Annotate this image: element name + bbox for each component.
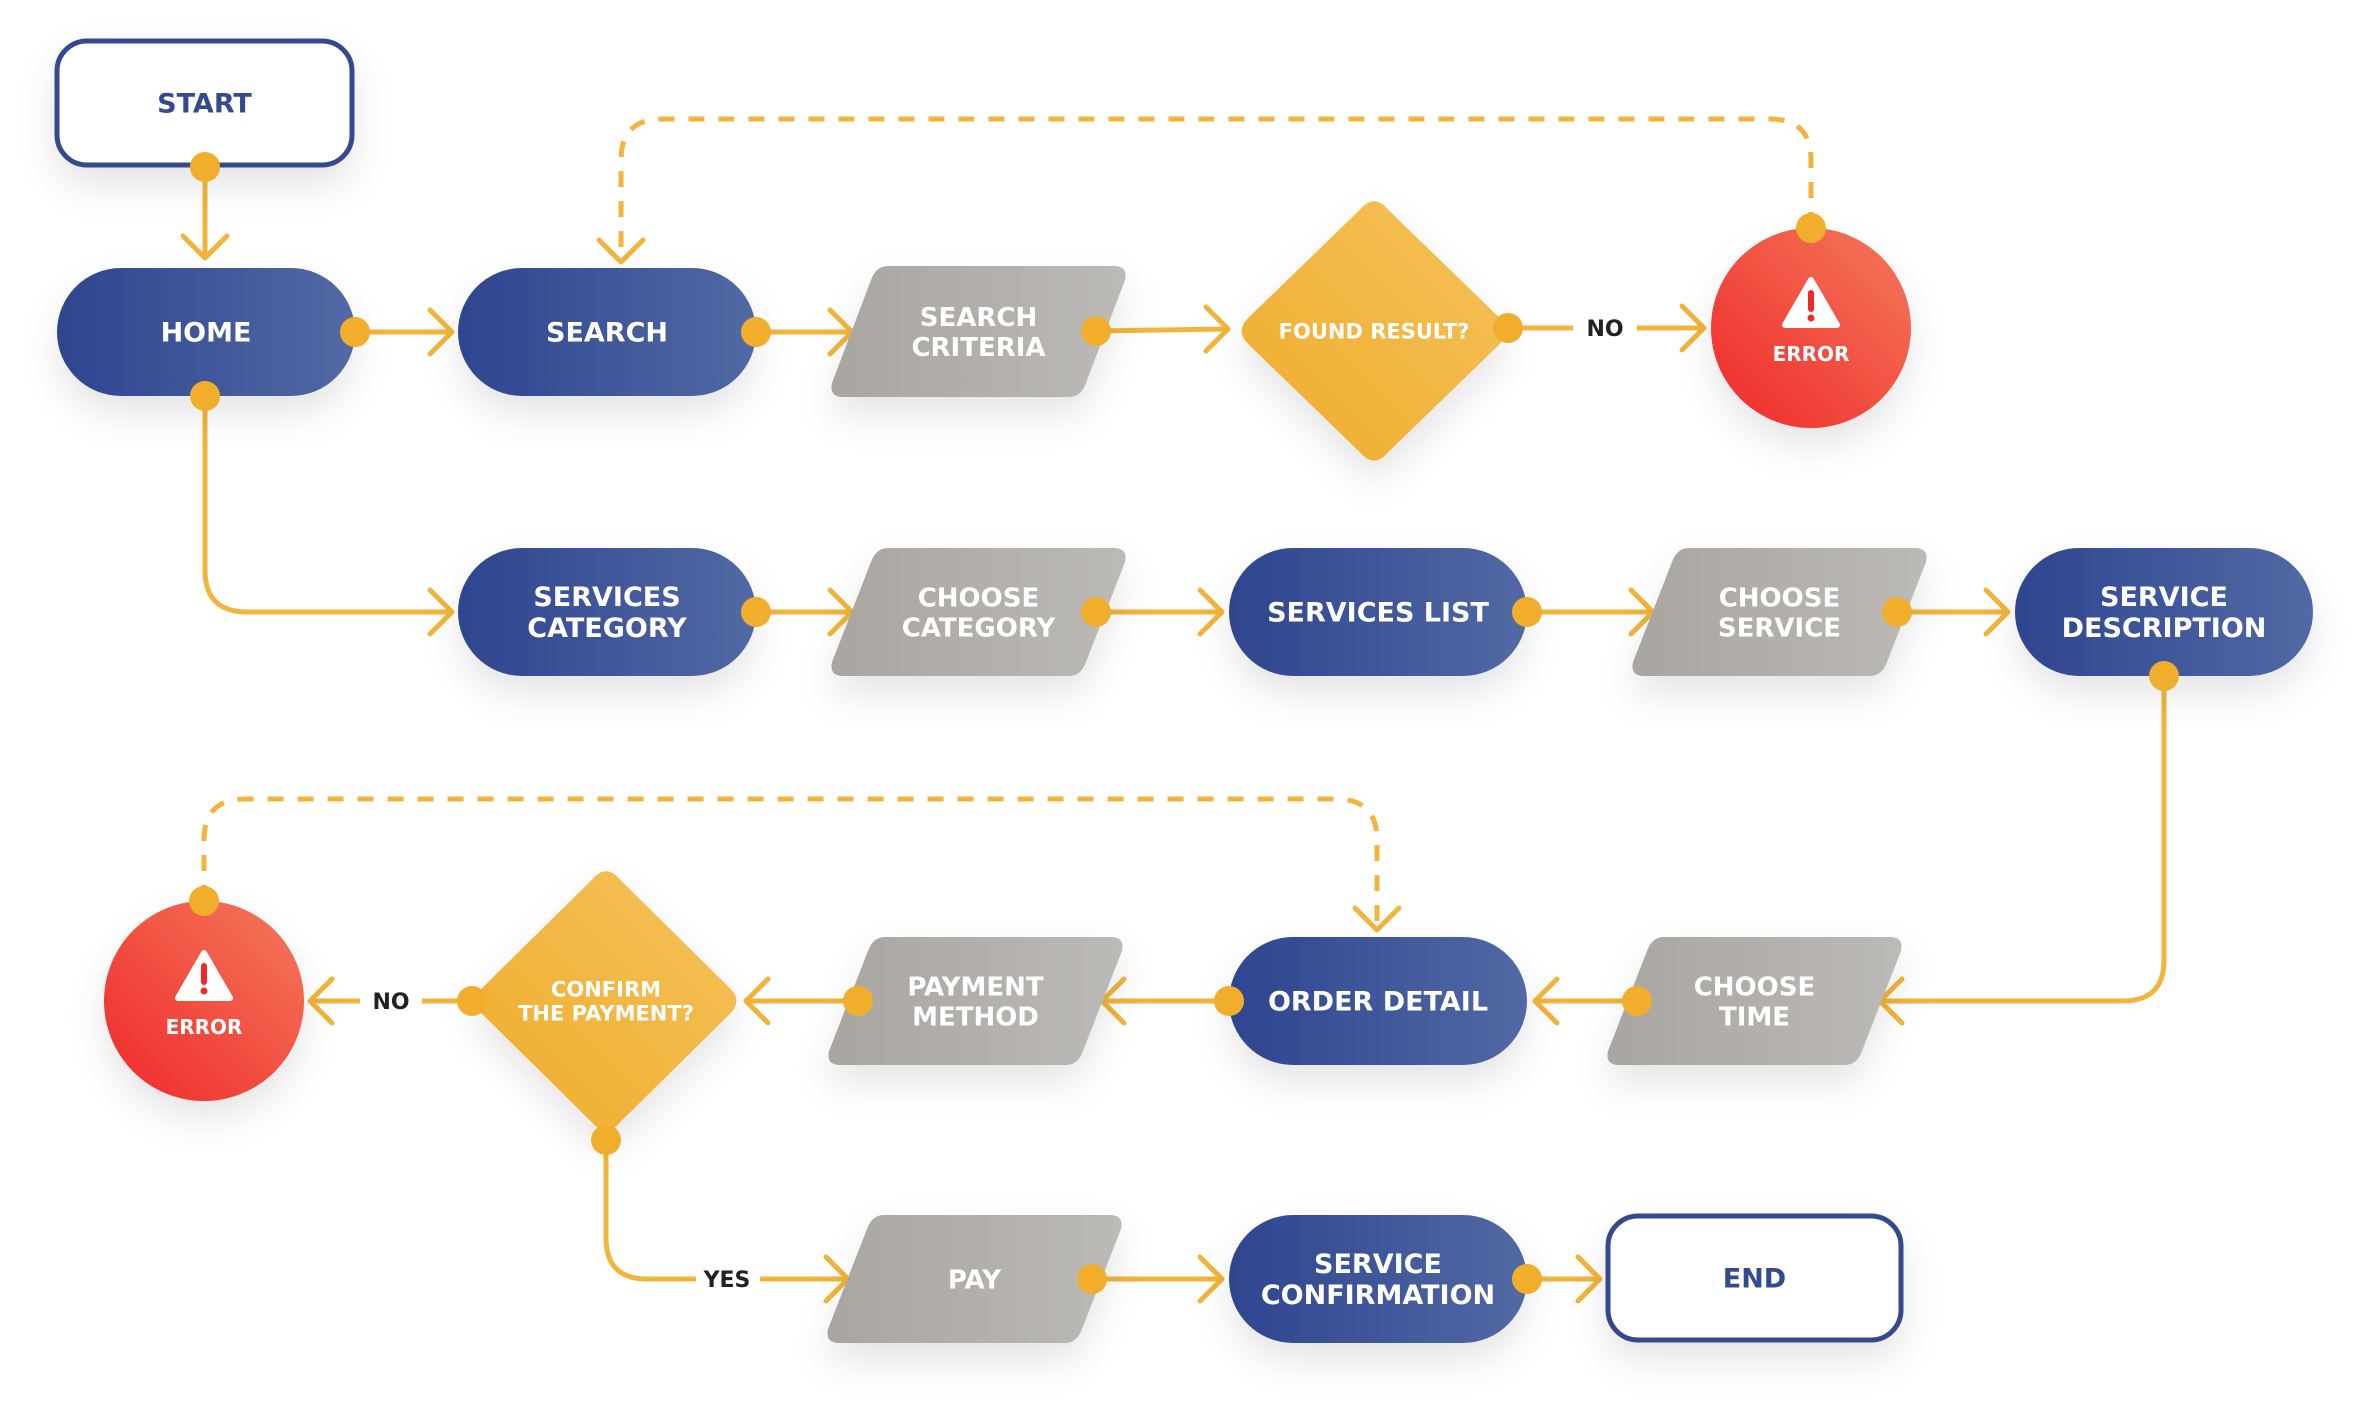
payment-method-label: PAYMENT xyxy=(907,972,1044,1002)
edge-confirm-pay xyxy=(603,1140,848,1282)
start-label: START xyxy=(157,89,252,120)
confirm-payment-label: THE PAYMENT? xyxy=(518,1002,694,1026)
connector-dot xyxy=(1214,986,1244,1016)
error-2-label: ERROR xyxy=(166,1015,243,1039)
node-error-1[interactable]: ERROR xyxy=(1711,228,1911,428)
connector-dot xyxy=(1622,986,1652,1016)
node-error-2[interactable]: ERROR xyxy=(104,901,304,1101)
service-confirmation-label: SERVICE xyxy=(1314,1249,1442,1280)
connector-dot xyxy=(843,986,873,1016)
choose-category-label: CATEGORY xyxy=(902,613,1057,643)
confirm-payment-label: CONFIRM xyxy=(551,977,661,1001)
choose-service-label: SERVICE xyxy=(1718,613,1841,643)
connector-dot xyxy=(1512,1264,1542,1294)
node-start[interactable]: START xyxy=(54,38,355,168)
connector-dot xyxy=(190,381,220,411)
connector-dot xyxy=(189,886,219,916)
edge-labels-layer: NO NO YES xyxy=(372,317,1623,1293)
edge-label-confirm-no: NO xyxy=(372,990,409,1015)
service-description-label: SERVICE xyxy=(2100,582,2228,613)
edge-criteria-found xyxy=(1095,326,1227,334)
node-search[interactable]: SEARCH xyxy=(458,268,756,396)
connector-dot xyxy=(741,317,771,347)
connector-dot xyxy=(1512,597,1542,627)
search-criteria-label: SEARCH xyxy=(920,303,1037,333)
end-label: END xyxy=(1723,1264,1786,1295)
connector-dot xyxy=(1081,316,1111,346)
connector-dot xyxy=(457,986,487,1016)
services-category-label: CATEGORY xyxy=(527,613,687,644)
edge-label-found-no: NO xyxy=(1586,317,1623,342)
flowchart-canvas: STARTHOME SEARCH SEARCHCRITERIAFOUND RESUL… xyxy=(54,38,2313,1343)
service-confirmation-label: CONFIRMATION xyxy=(1261,1280,1495,1311)
nodes-layer: STARTHOME SEARCH SEARCHCRITERIAFOUND RESUL… xyxy=(54,38,2313,1343)
search-label: SEARCH xyxy=(546,318,668,349)
choose-time-label: TIME xyxy=(1719,1002,1790,1032)
connector-dot xyxy=(340,317,370,347)
connector-dot xyxy=(2149,661,2179,691)
search-criteria-label: CRITERIA xyxy=(911,333,1045,363)
found-result-label: FOUND RESULT? xyxy=(1279,320,1470,344)
choose-service-label: CHOOSE xyxy=(1719,583,1841,613)
service-description-label: DESCRIPTION xyxy=(2062,613,2267,644)
connector-dot xyxy=(1493,313,1523,343)
order-detail-label: ORDER DETAIL xyxy=(1268,987,1488,1018)
connector-dot xyxy=(1077,1264,1107,1294)
node-end[interactable]: END xyxy=(1605,1213,1904,1343)
edge-error-search xyxy=(618,116,1814,260)
edge-sdesc-ctime xyxy=(1880,676,2167,1004)
connector-dot xyxy=(1081,597,1111,627)
choose-category-label: CHOOSE xyxy=(918,583,1040,613)
connector-dot xyxy=(190,152,220,182)
edge-home-services-category xyxy=(202,396,452,615)
node-service-confirmation[interactable]: SERVICECONFIRMATION xyxy=(1229,1215,1527,1343)
connector-dot xyxy=(1796,213,1826,243)
choose-time-label: CHOOSE xyxy=(1694,972,1816,1002)
edge-error-order xyxy=(201,796,1380,928)
home-label: HOME xyxy=(161,318,252,349)
node-confirm-payment[interactable]: CONFIRMTHE PAYMENT? xyxy=(475,871,737,1131)
connector-dot xyxy=(1882,597,1912,627)
error-1-label: ERROR xyxy=(1773,342,1850,366)
payment-method-label: METHOD xyxy=(912,1002,1039,1032)
node-order-detail[interactable]: ORDER DETAIL xyxy=(1229,937,1527,1065)
services-list-label: SERVICES LIST xyxy=(1267,598,1489,629)
node-found-result[interactable]: FOUND RESULT? xyxy=(1241,201,1507,461)
node-services-list[interactable]: SERVICES LIST xyxy=(1229,548,1527,676)
connector-dot xyxy=(741,597,771,627)
edge-label-confirm-yes: YES xyxy=(703,1268,751,1293)
connector-dot xyxy=(591,1125,621,1155)
node-home[interactable]: HOME xyxy=(57,268,355,396)
pay-label: PAY xyxy=(948,1265,1002,1295)
node-service-description[interactable]: SERVICEDESCRIPTION xyxy=(2015,548,2313,676)
node-services-category[interactable]: SERVICESCATEGORY xyxy=(458,548,756,676)
services-category-label: SERVICES xyxy=(533,582,680,613)
